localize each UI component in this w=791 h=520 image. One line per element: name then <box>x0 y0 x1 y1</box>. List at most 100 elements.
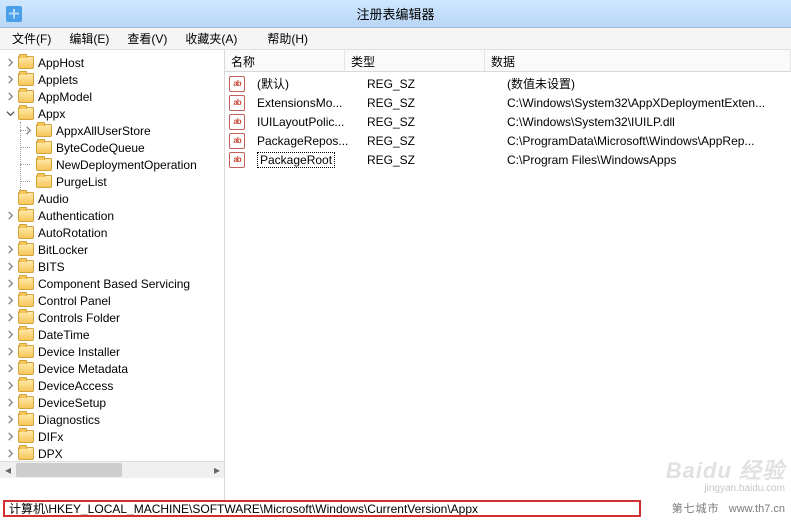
folder-icon <box>36 141 52 154</box>
tree-item[interactable]: Appx <box>0 105 224 122</box>
value-data: (数值未设置) <box>501 75 791 92</box>
tree-item[interactable]: DPX <box>0 445 224 462</box>
tree-item-label: Authentication <box>38 209 114 223</box>
folder-icon <box>18 90 34 103</box>
tree-item-label: ByteCodeQueue <box>56 141 145 155</box>
menu-help[interactable]: 帮助(H) <box>259 28 316 49</box>
folder-icon <box>18 226 34 239</box>
title-bar: 注册表编辑器 <box>0 0 791 28</box>
expander-icon[interactable] <box>4 91 16 103</box>
tree-item[interactable]: Device Installer <box>0 343 224 360</box>
expander-icon[interactable] <box>4 363 16 375</box>
values-pane[interactable]: 名称 类型 数据 ab(默认)REG_SZ(数值未设置)abExtensions… <box>225 50 791 500</box>
tree-item-label: BITS <box>38 260 65 274</box>
tree-item[interactable]: BitLocker <box>0 241 224 258</box>
tree-item-label: Control Panel <box>38 294 111 308</box>
tree-item[interactable]: ByteCodeQueue <box>0 139 224 156</box>
tree-pane[interactable]: AppHostAppletsAppModelAppx AppxAllUserSto… <box>0 50 225 500</box>
expander-icon[interactable] <box>22 125 34 137</box>
folder-icon <box>18 56 34 69</box>
tree-item[interactable]: PurgeList <box>0 173 224 190</box>
tree-item-label: Device Metadata <box>38 362 128 376</box>
watermark2-en: www.th7.cn <box>729 503 785 515</box>
scroll-left-arrow-icon[interactable]: ◂ <box>0 462 16 478</box>
folder-icon <box>18 362 34 375</box>
tree-item-label: AppxAllUserStore <box>56 124 151 138</box>
tree-item[interactable]: Diagnostics <box>0 411 224 428</box>
expander-icon[interactable] <box>4 278 16 290</box>
scroll-right-arrow-icon[interactable]: ▸ <box>209 462 225 478</box>
value-data: C:\Windows\System32\AppXDeploymentExten.… <box>501 96 791 110</box>
value-row[interactable]: abExtensionsMo...REG_SZC:\Windows\System… <box>225 93 791 112</box>
expander-icon[interactable] <box>4 346 16 358</box>
value-row[interactable]: abIUILayoutPolic...REG_SZC:\Windows\Syst… <box>225 112 791 131</box>
column-data[interactable]: 数据 <box>485 50 791 71</box>
watermark-th7: 第七城市 www.th7.cn <box>672 500 785 516</box>
tree-item[interactable]: Component Based Servicing <box>0 275 224 292</box>
tree-item[interactable]: Device Metadata <box>0 360 224 377</box>
tree-horizontal-scrollbar[interactable]: ◂ ▸ <box>0 461 225 478</box>
tree-item-label: AppHost <box>38 56 84 70</box>
menu-file[interactable]: 文件(F) <box>4 28 59 49</box>
tree-item[interactable]: DeviceAccess <box>0 377 224 394</box>
expander-icon[interactable] <box>4 414 16 426</box>
tree-item[interactable]: Controls Folder <box>0 309 224 326</box>
string-value-icon: ab <box>229 95 245 111</box>
tree-item[interactable]: BITS <box>0 258 224 275</box>
folder-icon <box>36 175 52 188</box>
scroll-track[interactable] <box>16 462 209 478</box>
tree-item[interactable]: Applets <box>0 71 224 88</box>
tree-item[interactable]: AppHost <box>0 54 224 71</box>
expander-icon[interactable] <box>4 57 16 69</box>
tree-item[interactable]: DIFx <box>0 428 224 445</box>
expander-icon[interactable] <box>4 108 16 120</box>
folder-icon <box>36 158 52 171</box>
tree-item-label: AutoRotation <box>38 226 107 240</box>
scroll-thumb[interactable] <box>16 463 122 477</box>
expander-icon[interactable] <box>4 329 16 341</box>
tree-item[interactable]: DeviceSetup <box>0 394 224 411</box>
expander-icon[interactable] <box>4 261 16 273</box>
expander-icon[interactable] <box>4 397 16 409</box>
menu-edit[interactable]: 编辑(E) <box>61 28 117 49</box>
tree-item-label: DeviceSetup <box>38 396 106 410</box>
tree-item[interactable]: Control Panel <box>0 292 224 309</box>
tree-item[interactable]: NewDeploymentOperation <box>0 156 224 173</box>
expander-icon[interactable] <box>4 312 16 324</box>
tree-item-label: PurgeList <box>56 175 107 189</box>
value-data: C:\ProgramData\Microsoft\Windows\AppRep.… <box>501 134 791 148</box>
value-row[interactable]: abPackageRootREG_SZC:\Program Files\Wind… <box>225 150 791 169</box>
string-value-icon: ab <box>229 133 245 149</box>
string-value-icon: ab <box>229 76 245 92</box>
tree-item[interactable]: AppxAllUserStore <box>0 122 224 139</box>
value-row[interactable]: ab (默认) REG_SZ(数值未设置) <box>225 74 791 93</box>
values-header[interactable]: 名称 类型 数据 <box>225 50 791 72</box>
folder-icon <box>36 124 52 137</box>
value-row[interactable]: abPackageRepos...REG_SZC:\ProgramData\Mi… <box>225 131 791 150</box>
value-name: (默认) <box>257 75 289 92</box>
menu-view[interactable]: 查看(V) <box>119 28 175 49</box>
value-type: REG_SZ <box>361 77 501 91</box>
tree-item[interactable]: DateTime <box>0 326 224 343</box>
menu-bar[interactable]: 文件(F) 编辑(E) 查看(V) 收藏夹(A) 帮助(H) <box>0 28 791 50</box>
folder-icon <box>18 396 34 409</box>
value-type: REG_SZ <box>361 134 501 148</box>
expander-icon[interactable] <box>4 431 16 443</box>
column-type[interactable]: 类型 <box>345 50 485 71</box>
folder-icon <box>18 243 34 256</box>
folder-icon <box>18 277 34 290</box>
expander-icon[interactable] <box>4 244 16 256</box>
column-name[interactable]: 名称 <box>225 50 345 71</box>
folder-icon <box>18 209 34 222</box>
tree-item[interactable]: AppModel <box>0 88 224 105</box>
expander-icon[interactable] <box>4 74 16 86</box>
tree-item[interactable]: AutoRotation <box>0 224 224 241</box>
expander-icon[interactable] <box>4 448 16 460</box>
tree-item-label: BitLocker <box>38 243 88 257</box>
expander-icon[interactable] <box>4 295 16 307</box>
tree-item[interactable]: Audio <box>0 190 224 207</box>
expander-icon[interactable] <box>4 380 16 392</box>
tree-item[interactable]: Authentication <box>0 207 224 224</box>
expander-icon[interactable] <box>4 210 16 222</box>
menu-favorites[interactable]: 收藏夹(A) <box>177 28 245 49</box>
